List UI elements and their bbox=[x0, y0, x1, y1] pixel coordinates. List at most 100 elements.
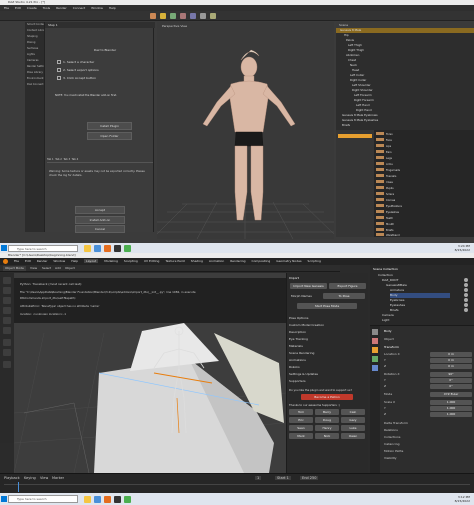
header-select[interactable]: Select bbox=[42, 266, 51, 271]
move-icon[interactable] bbox=[170, 13, 176, 19]
menu-window[interactable]: Window bbox=[91, 6, 103, 10]
daz-viewport[interactable]: Perspective View bbox=[157, 22, 334, 239]
rotation-x-field[interactable]: 90° bbox=[430, 372, 472, 377]
surface-row[interactable]: Fingernails bbox=[376, 168, 472, 172]
section-motion-paths[interactable]: Motion Paths bbox=[384, 449, 472, 454]
section-description[interactable]: Description bbox=[289, 329, 367, 335]
transform-tool-icon[interactable] bbox=[3, 327, 11, 334]
section-visibility[interactable]: Visibility bbox=[384, 456, 472, 461]
accept-button[interactable]: Accept bbox=[75, 206, 125, 214]
windows-start-icon[interactable] bbox=[1, 245, 7, 251]
workspace-tab-uv-editing[interactable]: UV Editing bbox=[144, 259, 160, 263]
surface-row[interactable]: Teeth bbox=[376, 216, 472, 220]
location-y-field[interactable]: 0 m bbox=[430, 358, 472, 363]
star-icon[interactable] bbox=[160, 13, 166, 19]
visibility-eye-icons[interactable] bbox=[464, 278, 468, 320]
edge-icon[interactable] bbox=[94, 245, 101, 252]
surface-row[interactable]: EyeMoisture bbox=[376, 204, 472, 208]
scale-x-field[interactable]: 1.000 bbox=[430, 400, 472, 405]
install-addon-button[interactable]: Install Add-on bbox=[75, 216, 125, 224]
bl-menu-help[interactable]: Help bbox=[71, 259, 78, 263]
menu-file[interactable]: File bbox=[4, 6, 9, 10]
section-collections[interactable]: Collections bbox=[384, 435, 472, 440]
menu-help[interactable]: Help bbox=[109, 6, 116, 10]
surface-row[interactable]: Irises bbox=[376, 180, 472, 184]
surface-row[interactable]: Arms bbox=[376, 162, 472, 166]
windows-start-icon[interactable] bbox=[1, 496, 7, 502]
edge-icon[interactable] bbox=[94, 496, 101, 503]
scale-y-field[interactable]: 1.000 bbox=[430, 406, 472, 411]
workspace-tab-texture-paint[interactable]: Texture Paint bbox=[165, 259, 184, 263]
header-add[interactable]: Add bbox=[55, 266, 61, 271]
section-animations[interactable]: Animations bbox=[289, 357, 367, 363]
morph-names-dropdown[interactable]: To Pose bbox=[323, 293, 365, 299]
camera-icon[interactable] bbox=[200, 13, 206, 19]
select-box-icon[interactable] bbox=[3, 277, 11, 284]
header-view[interactable]: View bbox=[30, 266, 37, 271]
surface-row[interactable]: Toenails bbox=[376, 174, 472, 178]
menu-tools[interactable]: Tools bbox=[43, 6, 50, 10]
scale-icon[interactable] bbox=[190, 13, 196, 19]
workspace-tab-compositing[interactable]: Compositing bbox=[251, 259, 270, 263]
chrome-icon[interactable] bbox=[124, 245, 131, 252]
workspace-tab-rendering[interactable]: Rendering bbox=[230, 259, 245, 263]
section-delta-transform[interactable]: Delta Transform bbox=[384, 421, 472, 426]
rotation-y-field[interactable]: 0° bbox=[430, 378, 472, 383]
menu-render[interactable]: Render bbox=[56, 6, 67, 10]
cancel-button[interactable]: Cancel bbox=[75, 225, 125, 233]
surface-row[interactable]: Sclera bbox=[376, 192, 472, 196]
scale-tool-icon[interactable] bbox=[3, 317, 11, 324]
section-relations[interactable]: Relations bbox=[384, 428, 472, 433]
blender-taskbar-icon[interactable] bbox=[104, 245, 111, 252]
bl-menu-window[interactable]: Window bbox=[53, 259, 65, 263]
current-frame-field[interactable]: 1 bbox=[255, 476, 262, 480]
surface-row[interactable]: Face bbox=[376, 138, 472, 142]
section-custom-model[interactable]: Custom Model Creation bbox=[289, 322, 367, 328]
scale-z-field[interactable]: 1.000 bbox=[430, 412, 472, 417]
install-plugin-button[interactable]: Install Plugin bbox=[87, 122, 132, 130]
section-scene-rendering[interactable]: Scene Rendering bbox=[289, 350, 367, 356]
location-z-field[interactable]: 0 m bbox=[430, 364, 472, 369]
section-pose-options[interactable]: Pose Options bbox=[289, 315, 367, 321]
section-transform[interactable]: Transform bbox=[384, 345, 472, 350]
add-cube-icon[interactable] bbox=[3, 361, 11, 368]
menu-edit[interactable]: Edit bbox=[15, 6, 21, 10]
surface-row[interactable]: Eyelashes bbox=[376, 210, 472, 214]
playhead[interactable] bbox=[18, 482, 19, 492]
bl-menu-file[interactable]: File bbox=[14, 259, 19, 263]
import-new-genesis-button[interactable]: Import New Genesis bbox=[290, 283, 327, 289]
start-pose-mode-button[interactable]: Start Pose Mode bbox=[297, 303, 357, 309]
move-tool-icon[interactable] bbox=[3, 297, 11, 304]
section-instancing[interactable]: Instancing bbox=[384, 442, 472, 447]
rotation-mode-dropdown[interactable]: XYZ Euler bbox=[430, 392, 472, 397]
section-materials[interactable]: Materials bbox=[289, 343, 367, 349]
become-patron-button[interactable]: Become a Patron bbox=[301, 394, 353, 400]
start-frame-field[interactable]: Start 1 bbox=[275, 476, 291, 480]
timeline-playback[interactable]: Playback bbox=[4, 476, 20, 480]
section-rokoko[interactable]: Rokoko bbox=[289, 364, 367, 370]
measure-tool-icon[interactable] bbox=[3, 349, 11, 356]
workspace-tab-animation[interactable]: Animation bbox=[209, 259, 224, 263]
surface-row[interactable]: Waistband bbox=[376, 233, 472, 237]
selected-surface[interactable] bbox=[338, 134, 372, 138]
cursor-icon[interactable] bbox=[3, 287, 11, 294]
surface-row[interactable]: Ears bbox=[376, 150, 472, 154]
location-x-field[interactable]: 0 m bbox=[430, 352, 472, 357]
section-eye-tracking[interactable]: Eye Tracking bbox=[289, 336, 367, 342]
workspace-tab-layout[interactable]: Layout bbox=[84, 259, 99, 263]
timeline-keying[interactable]: Keying bbox=[24, 476, 36, 480]
taskbar-search-input[interactable]: Type here to search bbox=[8, 495, 78, 503]
surface-row[interactable]: Mouth bbox=[376, 222, 472, 226]
section-settings-updates[interactable]: Settings & Updates bbox=[289, 371, 367, 377]
explorer-icon[interactable] bbox=[84, 245, 91, 252]
bl-menu-edit[interactable]: Edit bbox=[25, 259, 31, 263]
pane-tab-3[interactable]: Tab 3 bbox=[63, 158, 70, 161]
pane-tab-4[interactable]: Tab 4 bbox=[72, 158, 79, 161]
rotate-icon[interactable] bbox=[180, 13, 186, 19]
daz-taskbar-icon[interactable] bbox=[114, 245, 121, 252]
header-object[interactable]: Object bbox=[65, 266, 75, 271]
daz-taskbar-icon[interactable] bbox=[114, 496, 121, 503]
workspace-tab-scripting[interactable]: Scripting bbox=[308, 259, 321, 263]
surface-row[interactable]: Torso bbox=[376, 132, 472, 136]
scene-row[interactable]: Briefs bbox=[336, 123, 474, 128]
